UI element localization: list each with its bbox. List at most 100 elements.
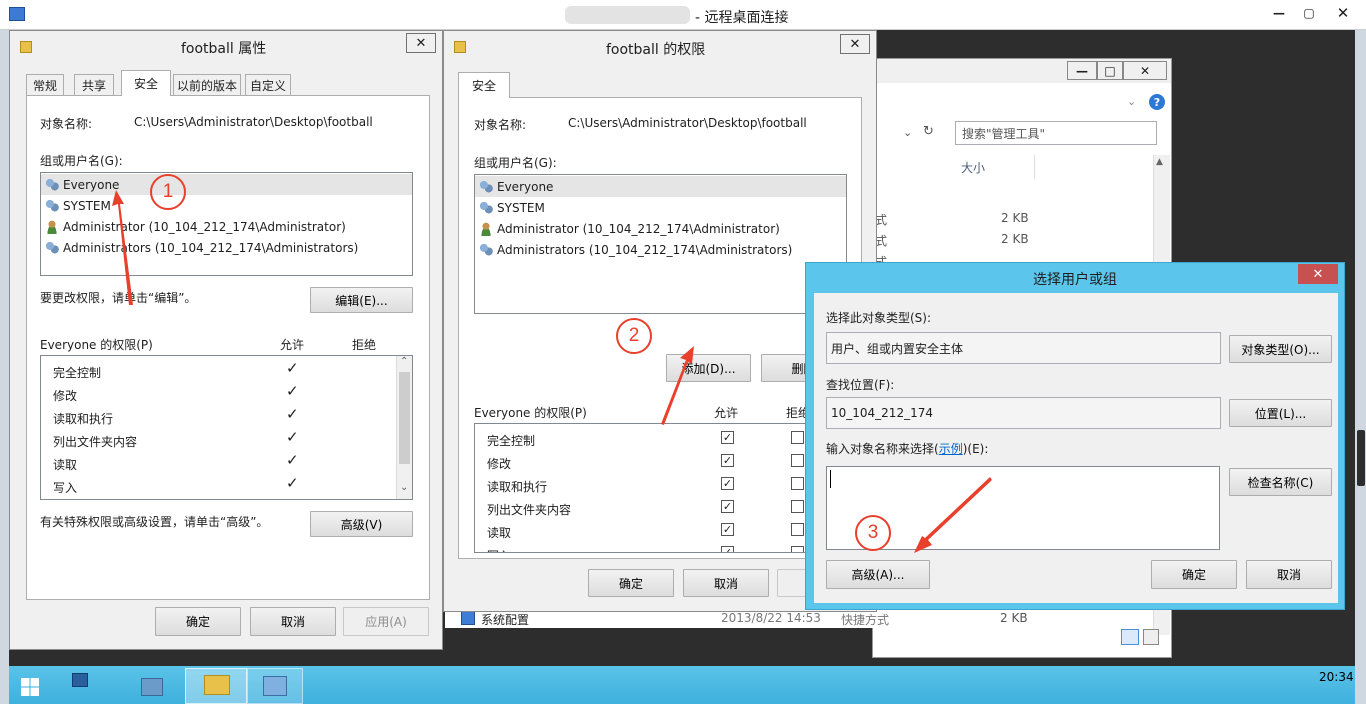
scroll-thumb[interactable] <box>399 372 410 464</box>
add-button[interactable]: 添加(D)... <box>666 354 751 382</box>
rdp-titlebar: - 远程桌面连接 — ▢ ✕ <box>0 0 1366 30</box>
server-manager-button[interactable] <box>65 670 95 702</box>
ok-button[interactable]: 确定 <box>588 569 674 597</box>
group-icon <box>45 177 59 192</box>
allow-header: 允许 <box>714 406 739 420</box>
help-icon[interactable]: ? <box>1149 94 1165 110</box>
list-item-administrators[interactable]: Administrators (10_104_212_174\Administr… <box>475 239 846 260</box>
file-size: 2 KB <box>1001 211 1029 225</box>
cancel-button[interactable]: 取消 <box>1246 560 1332 589</box>
perm-list-folder: 列出文件夹内容 <box>487 503 572 517</box>
server-manager-icon <box>72 673 88 687</box>
perm-list-folder: 列出文件夹内容 <box>53 435 138 449</box>
advanced-button[interactable]: 高级(V) <box>310 511 413 537</box>
locations-button[interactable]: 位置(L)... <box>1229 399 1332 427</box>
list-item-system[interactable]: SYSTEM <box>41 195 412 216</box>
deny-checkbox[interactable] <box>791 546 804 552</box>
explorer-maximize-button[interactable]: □ <box>1097 61 1123 80</box>
perm-full-control: 完全控制 <box>487 434 536 448</box>
perm-modify: 修改 <box>487 457 512 471</box>
cancel-button[interactable]: 取消 <box>683 569 769 597</box>
column-header-size[interactable]: 大小 <box>955 155 1035 179</box>
annotation-step-2: 2 <box>616 318 652 354</box>
ribbon-expand-icon[interactable]: ⌄ <box>1127 95 1136 108</box>
address-dropdown-icon[interactable]: ⌄ <box>903 126 912 139</box>
text-cursor <box>830 470 831 488</box>
ok-button[interactable]: 确定 <box>1151 560 1237 589</box>
view-details-icon[interactable] <box>1121 629 1139 645</box>
close-button[interactable]: ✕ <box>1298 264 1338 284</box>
tab-previous-versions[interactable]: 以前的版本 <box>173 74 241 96</box>
allow-checkbox[interactable]: ✓ <box>721 477 734 490</box>
file-size: 2 KB <box>1000 611 1028 625</box>
advanced-button[interactable]: 高级(A)... <box>826 560 930 589</box>
folder-icon <box>20 41 32 53</box>
scroll-up-icon[interactable]: ⌃ <box>400 356 408 367</box>
powershell-button[interactable] <box>137 670 167 702</box>
deny-checkbox[interactable] <box>791 500 804 513</box>
perm-modify: 修改 <box>53 389 78 403</box>
list-item-administrator[interactable]: Administrator (10_104_212_174\Administra… <box>41 216 412 237</box>
edit-button[interactable]: 编辑(E)... <box>310 287 413 313</box>
apply-button[interactable]: 应用(A) <box>343 607 429 636</box>
list-item-administrator[interactable]: Administrator (10_104_212_174\Administra… <box>475 218 846 239</box>
list-item-everyone[interactable]: Everyone <box>41 174 412 195</box>
view-tiles-icon[interactable] <box>1143 629 1159 645</box>
explorer-search-input[interactable]: 搜索"管理工具" <box>955 121 1157 145</box>
user-list[interactable]: Everyone SYSTEM Administrator (10_104_21… <box>474 174 847 314</box>
list-item-everyone[interactable]: Everyone <box>475 176 846 197</box>
refresh-icon[interactable]: ↻ <box>923 124 934 139</box>
control-panel-taskbar-button[interactable] <box>247 668 303 704</box>
allow-checkbox[interactable]: ✓ <box>721 500 734 513</box>
explorer-close-button[interactable]: ✕ <box>1123 61 1167 80</box>
group-label: 组或用户名(G): <box>474 156 557 170</box>
ok-button[interactable]: 确定 <box>155 607 241 636</box>
explorer-taskbar-button[interactable] <box>185 668 247 704</box>
list-item-administrators[interactable]: Administrators (10_104_212_174\Administr… <box>41 237 412 258</box>
perm-read-execute: 读取和执行 <box>487 480 548 494</box>
rdp-close-button[interactable]: ✕ <box>1324 2 1362 24</box>
start-button[interactable] <box>15 672 45 698</box>
group-icon <box>479 200 493 215</box>
close-button[interactable]: ✕ <box>406 33 436 53</box>
allow-check-icon: ✓ <box>286 359 299 377</box>
tab-general[interactable]: 常规 <box>26 74 64 96</box>
group-icon <box>45 240 59 255</box>
allow-header: 允许 <box>280 338 305 352</box>
location-field: 10_104_212_174 <box>826 397 1221 429</box>
deny-checkbox[interactable] <box>791 477 804 490</box>
folder-icon <box>204 675 230 695</box>
rdp-side-handle[interactable] <box>1357 430 1365 486</box>
system-config-icon <box>461 611 475 625</box>
close-button[interactable]: ✕ <box>840 34 870 54</box>
allow-checkbox[interactable]: ✓ <box>721 546 734 552</box>
deny-checkbox[interactable] <box>791 431 804 444</box>
properties-dialog: football 属性 ✕ 常规 共享 安全 以前的版本 自定义 对象名称: C… <box>9 30 443 650</box>
deny-checkbox[interactable] <box>791 454 804 467</box>
check-names-button[interactable]: 检查名称(C) <box>1229 468 1332 496</box>
examples-link[interactable]: 示例 <box>939 442 963 456</box>
object-name-label: 对象名称: <box>40 117 93 131</box>
scroll-down-icon[interactable]: ⌄ <box>400 482 408 493</box>
powershell-icon <box>141 678 163 696</box>
cancel-button[interactable]: 取消 <box>250 607 336 636</box>
rdp-minimize-button[interactable]: — <box>1264 2 1294 24</box>
explorer-minimize-button[interactable]: — <box>1067 61 1097 80</box>
scroll-up-icon[interactable]: ▲ <box>1156 157 1163 167</box>
allow-checkbox[interactable]: ✓ <box>721 523 734 536</box>
permissions-list: 完全控制 修改 读取和执行 列出文件夹内容 读取 写入 ✓ ✓ ✓ ✓ ✓ ✓ <box>474 423 847 553</box>
tab-sharing[interactable]: 共享 <box>74 74 114 96</box>
object-types-button[interactable]: 对象类型(O)... <box>1229 335 1332 363</box>
allow-checkbox[interactable]: ✓ <box>721 454 734 467</box>
list-item-system[interactable]: SYSTEM <box>475 197 846 218</box>
rdp-maximize-button[interactable]: ▢ <box>1294 2 1324 24</box>
deny-checkbox[interactable] <box>791 523 804 536</box>
object-type-field: 用户、组或内置安全主体 <box>826 332 1221 364</box>
permissions-scrollbar[interactable]: ⌃ ⌄ <box>396 356 412 499</box>
allow-checkbox[interactable]: ✓ <box>721 431 734 444</box>
user-list[interactable]: Everyone SYSTEM Administrator (10_104_21… <box>40 172 413 276</box>
tab-security[interactable]: 安全 <box>458 72 510 98</box>
tab-security[interactable]: 安全 <box>121 70 171 96</box>
object-name-value: C:\Users\Administrator\Desktop\football <box>134 115 373 129</box>
tab-customize[interactable]: 自定义 <box>245 74 291 96</box>
